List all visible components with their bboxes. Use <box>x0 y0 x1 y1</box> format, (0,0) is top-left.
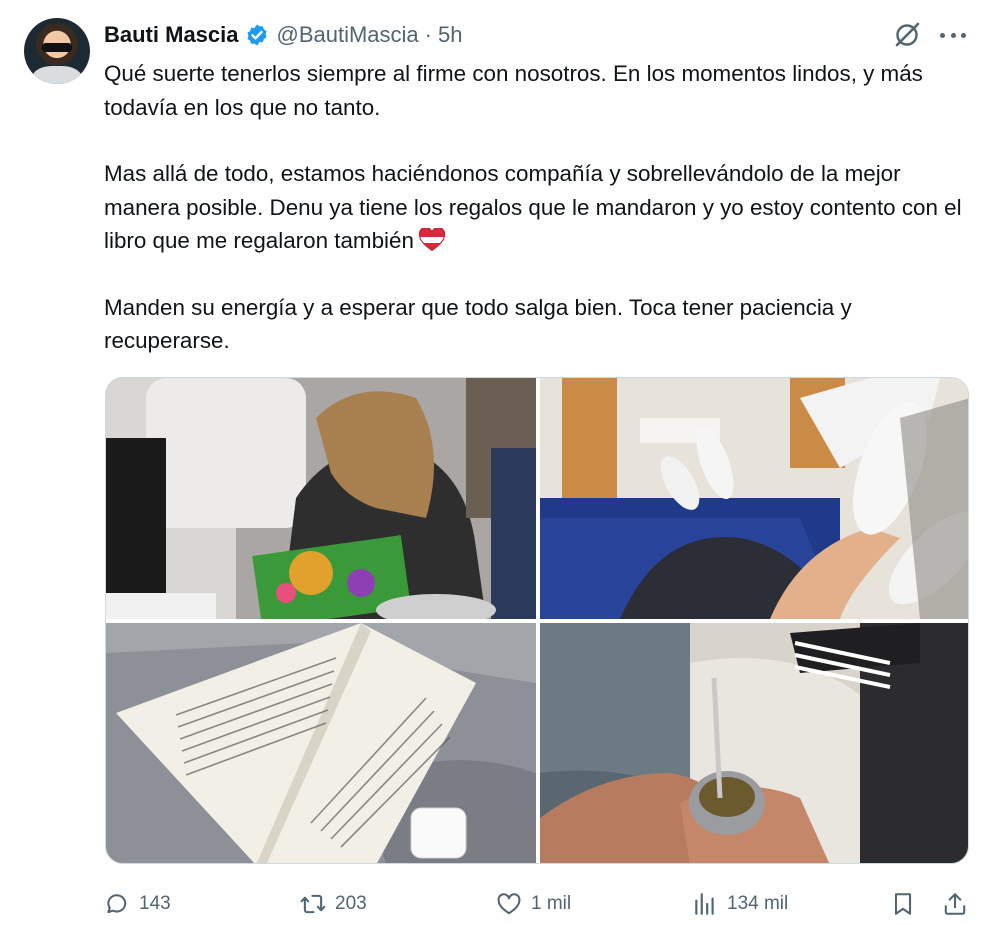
views-button[interactable]: 134 mil <box>692 886 788 922</box>
tweet-paragraph: Manden su energía y a esperar que todo s… <box>104 294 852 354</box>
like-count: 1 mil <box>531 893 572 914</box>
bookmark-icon <box>894 893 912 915</box>
tweet-time[interactable]: 5h <box>438 22 462 48</box>
top-actions <box>892 20 966 50</box>
action-bar: 143 203 1 mil 134 mil <box>104 886 972 922</box>
views-icon <box>695 893 714 915</box>
photo-drawing[interactable] <box>106 378 536 619</box>
author-name[interactable]: Bauti Mascia <box>104 22 239 48</box>
tweet-text: Qué suerte tenerlos siempre al firme con… <box>104 57 964 358</box>
tweet-header: Bauti Mascia @BautiMascia · 5h <box>104 20 462 50</box>
avatar-shirt <box>32 66 82 84</box>
author-handle[interactable]: @BautiMascia <box>277 22 419 48</box>
reply-icon <box>107 894 127 914</box>
like-button[interactable]: 1 mil <box>496 886 571 922</box>
reply-button[interactable]: 143 <box>104 886 171 922</box>
bookmark-button[interactable] <box>890 886 916 922</box>
photo-hospital-bed[interactable] <box>540 378 968 619</box>
tweet-paragraph-text: Mas allá de todo, estamos haciéndonos co… <box>104 161 962 253</box>
more-icon[interactable] <box>940 22 966 48</box>
share-icon <box>944 893 966 915</box>
retweet-button[interactable]: 203 <box>300 886 367 922</box>
retweet-icon <box>300 894 326 914</box>
retweet-count: 203 <box>335 893 367 914</box>
verified-badge-icon[interactable] <box>245 23 269 47</box>
separator-dot: · <box>424 22 432 47</box>
avatar[interactable] <box>24 18 90 84</box>
heart-emoji-icon <box>418 228 446 252</box>
tweet-paragraph: Mas allá de todo, estamos haciéndonos co… <box>104 157 964 258</box>
like-icon <box>497 893 521 915</box>
tweet-paragraph: Qué suerte tenerlos siempre al firme con… <box>104 61 923 120</box>
photo-mate[interactable] <box>540 623 968 863</box>
grok-icon[interactable] <box>892 20 922 50</box>
share-button[interactable] <box>942 886 968 922</box>
views-count: 134 mil <box>727 893 789 914</box>
reply-count: 143 <box>139 893 171 914</box>
tweet: Bauti Mascia @BautiMascia · 5h Qué suert… <box>0 0 992 935</box>
photo-book[interactable] <box>106 623 536 863</box>
avatar-glasses <box>42 43 72 52</box>
media-grid <box>105 377 969 864</box>
